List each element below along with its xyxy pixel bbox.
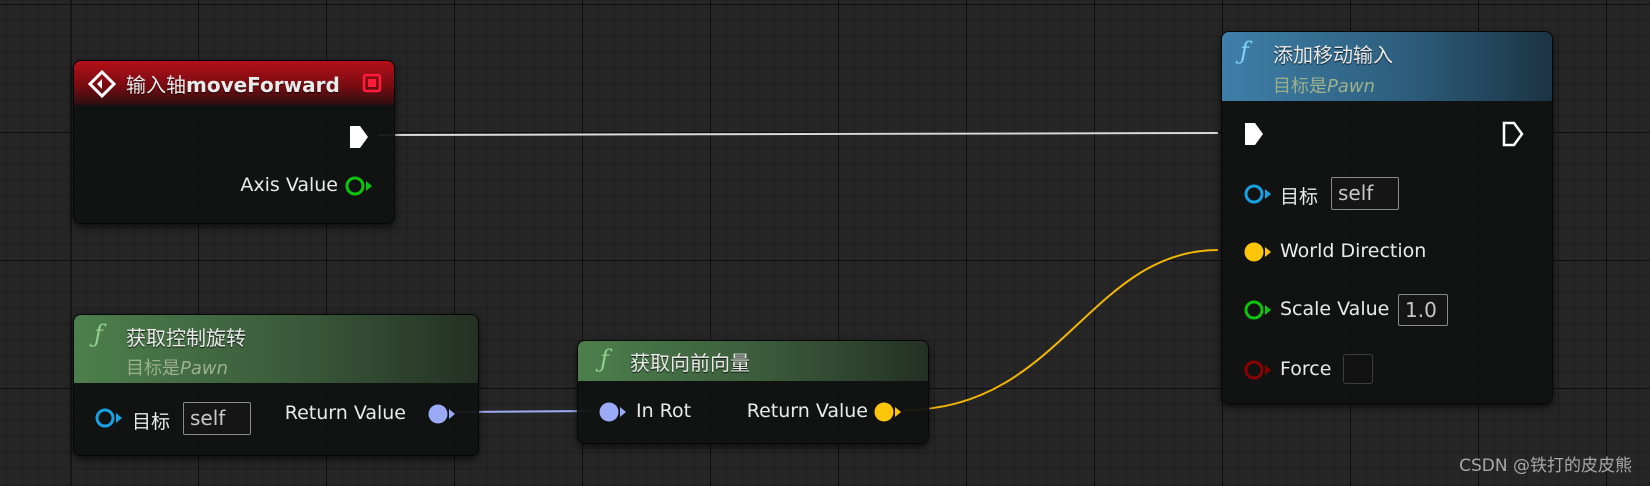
in-rot-label: In Rot bbox=[636, 400, 692, 422]
add-movement-input-header[interactable]: ƒ 添加移动输入 目标是Pawn bbox=[1222, 32, 1552, 101]
target-self-field[interactable]: self bbox=[183, 402, 251, 435]
vector-return-pin[interactable] bbox=[873, 400, 903, 424]
force-checkbox[interactable] bbox=[1343, 354, 1373, 384]
force-label: Force bbox=[1280, 358, 1332, 380]
event-diamond-icon bbox=[88, 70, 116, 98]
exec-wire[interactable] bbox=[377, 132, 1219, 136]
input-axis-node[interactable]: 输入轴moveForward Axis Value bbox=[73, 60, 395, 224]
get-control-rotation-node[interactable]: ƒ 获取控制旋转 目标是Pawn 目标 self Return Value bbox=[73, 314, 479, 456]
red-square-icon bbox=[362, 73, 382, 93]
scale-value-pin[interactable] bbox=[1243, 299, 1273, 321]
input-axis-title: 输入轴moveForward bbox=[126, 73, 340, 97]
add-movement-input-subtitle: 目标是Pawn bbox=[1273, 76, 1376, 97]
get-forward-vector-header[interactable]: ƒ 获取向前向量 bbox=[578, 341, 928, 381]
get-forward-vector-title: 获取向前向量 bbox=[630, 351, 750, 375]
watermark: CSDN @铁打的皮皮熊 bbox=[1459, 456, 1632, 476]
axis-value-label: Axis Value bbox=[240, 174, 338, 196]
add-movement-input-node[interactable]: ƒ 添加移动输入 目标是Pawn 目标 self World Direction… bbox=[1221, 31, 1553, 404]
target-label: 目标 bbox=[132, 411, 171, 433]
scale-value-label: Scale Value bbox=[1280, 298, 1390, 320]
axis-value-pin[interactable] bbox=[344, 175, 374, 197]
exec-in-pin[interactable] bbox=[1243, 121, 1265, 147]
target-pin[interactable] bbox=[94, 407, 124, 429]
target-label: 目标 bbox=[1280, 186, 1319, 208]
exec-out-pin[interactable] bbox=[348, 124, 370, 150]
in-rot-pin[interactable] bbox=[598, 400, 628, 424]
add-movement-input-title: 添加移动输入 bbox=[1273, 43, 1393, 67]
target-self-field[interactable]: self bbox=[1331, 177, 1399, 210]
input-axis-header[interactable]: 输入轴moveForward bbox=[74, 61, 394, 105]
world-direction-label: World Direction bbox=[1280, 240, 1427, 262]
return-value-label: Return Value bbox=[746, 400, 868, 422]
function-icon: ƒ bbox=[94, 320, 103, 348]
get-control-rotation-header[interactable]: ƒ 获取控制旋转 目标是Pawn bbox=[74, 315, 478, 383]
vector-wire[interactable] bbox=[904, 249, 1219, 411]
scale-value-field[interactable]: 1.0 bbox=[1398, 294, 1448, 326]
function-icon: ƒ bbox=[600, 345, 609, 373]
exec-out-pin[interactable] bbox=[1502, 121, 1524, 147]
target-pin[interactable] bbox=[1243, 183, 1273, 205]
rotator-return-pin[interactable] bbox=[427, 402, 457, 426]
force-pin[interactable] bbox=[1243, 359, 1273, 381]
get-forward-vector-node[interactable]: ƒ 获取向前向量 In Rot Return Value bbox=[577, 340, 929, 444]
function-icon: ƒ bbox=[1240, 37, 1249, 65]
return-value-label: Return Value bbox=[284, 402, 406, 424]
get-control-rotation-title: 获取控制旋转 bbox=[126, 326, 246, 350]
get-control-rotation-subtitle: 目标是Pawn bbox=[126, 358, 229, 379]
world-direction-pin[interactable] bbox=[1243, 240, 1273, 264]
